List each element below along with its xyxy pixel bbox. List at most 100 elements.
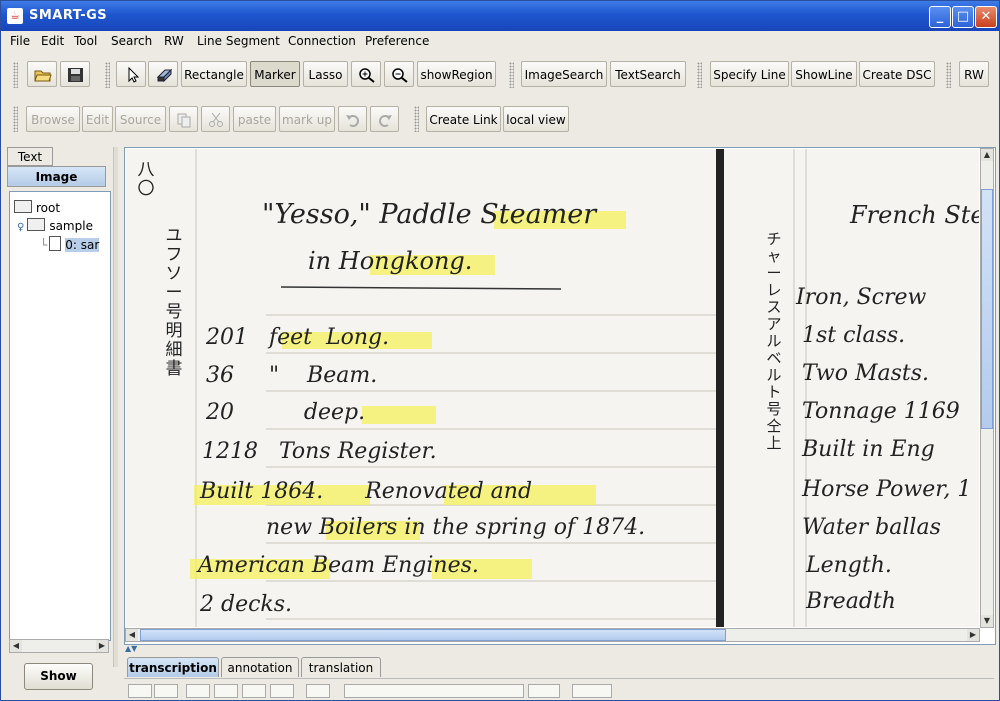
local-view-button[interactable]: local view xyxy=(503,106,569,132)
paste-button[interactable]: paste xyxy=(233,106,276,132)
toolbar-grip[interactable] xyxy=(697,62,702,88)
doc-line-4: 36 " Beam. xyxy=(206,363,378,388)
toolbar-grip[interactable] xyxy=(13,106,18,132)
lasso-button[interactable]: Lasso xyxy=(303,61,348,87)
window-title: SMART-GS xyxy=(29,8,108,23)
zoom-out-icon xyxy=(392,68,408,83)
scroll-right-icon[interactable]: ▶ xyxy=(96,640,108,652)
rw-button[interactable]: RW xyxy=(959,61,989,87)
right-line-8: Water ballas xyxy=(802,515,941,540)
tab-text[interactable]: Text xyxy=(7,147,53,166)
copy-button[interactable] xyxy=(169,106,198,132)
text-search-button[interactable]: TextSearch xyxy=(610,61,686,87)
doc-line-10: 2 decks. xyxy=(200,592,293,617)
scroll-down-icon[interactable]: ▼ xyxy=(981,615,993,627)
zoom-in-button[interactable] xyxy=(351,61,381,87)
image-viewer[interactable]: 八〇 ユフソー号明細書 チャーレスアルベルト号仝上 "Yesso," Paddl… xyxy=(124,147,996,645)
vertical-scroll-thumb[interactable] xyxy=(981,189,993,429)
create-link-button[interactable]: Create Link xyxy=(426,106,501,132)
specify-line-button[interactable]: Specify Line xyxy=(710,61,789,87)
tree-file-label: 0: sar xyxy=(65,238,100,252)
menu-line-segment[interactable]: Line Segment xyxy=(197,34,280,48)
file-tree: root ♀ sample └ 0: sar xyxy=(9,191,111,641)
zoom-select[interactable] xyxy=(572,684,612,698)
toolbar-grip[interactable] xyxy=(105,62,110,88)
font-select[interactable] xyxy=(344,684,524,698)
title-bar[interactable]: ☕ SMART-GS _ □ ✕ xyxy=(1,1,999,31)
zoom-out-button[interactable] xyxy=(384,61,414,87)
minimize-button[interactable]: _ xyxy=(929,6,951,28)
document-image[interactable]: 八〇 ユフソー号明細書 チャーレスアルベルト号仝上 "Yesso," Paddl… xyxy=(126,149,979,627)
tree-node-root[interactable]: root xyxy=(14,200,60,215)
tab-image[interactable]: Image xyxy=(7,166,106,187)
toolbar-grip[interactable] xyxy=(946,62,951,88)
tree-horizontal-scrollbar[interactable]: ◀ ▶ xyxy=(9,639,109,653)
viewer-horizontal-scrollbar[interactable]: ◀ ▶ xyxy=(125,628,980,642)
align-center-button[interactable] xyxy=(242,684,266,698)
show-region-button[interactable]: showRegion xyxy=(417,61,496,87)
split-collapse-icon[interactable]: ▲▼ xyxy=(125,644,137,653)
cut-button[interactable] xyxy=(201,106,230,132)
save-button[interactable] xyxy=(60,61,90,87)
editor-tool-button[interactable] xyxy=(186,684,210,698)
horizontal-scroll-thumb[interactable] xyxy=(140,629,726,641)
viewer-vertical-scrollbar[interactable]: ▲ ▼ xyxy=(980,148,994,628)
show-line-button[interactable]: ShowLine xyxy=(791,61,857,87)
undo-button[interactable] xyxy=(338,106,367,132)
menu-bar: File Edit Tool Search RW Line Segment Co… xyxy=(1,31,999,52)
font-size-select[interactable] xyxy=(528,684,560,698)
scroll-right-icon[interactable]: ▶ xyxy=(967,629,979,641)
show-button[interactable]: Show xyxy=(24,663,93,690)
eraser-button[interactable] xyxy=(148,61,178,87)
editor-tool-button[interactable] xyxy=(154,684,178,698)
marker-highlight[interactable] xyxy=(362,406,436,424)
eraser-icon xyxy=(156,68,173,83)
browse-button[interactable]: Browse xyxy=(26,106,80,132)
source-button[interactable]: Source xyxy=(115,106,166,132)
align-right-button[interactable] xyxy=(270,684,294,698)
scroll-up-icon[interactable]: ▲ xyxy=(981,149,993,161)
scroll-left-icon[interactable]: ◀ xyxy=(126,629,138,641)
tab-translation[interactable]: translation xyxy=(301,657,381,677)
image-search-button[interactable]: ImageSearch xyxy=(521,61,607,87)
split-pane-divider[interactable] xyxy=(113,147,118,667)
tab-transcription[interactable]: transcription xyxy=(127,657,219,677)
rectangle-button[interactable]: Rectangle xyxy=(181,61,247,87)
doc-line-8: new Boilers in the spring of 1874. xyxy=(266,515,646,540)
menu-edit[interactable]: Edit xyxy=(41,34,64,48)
bottom-tabs: transcription annotation translation xyxy=(124,656,994,678)
tree-node-sample[interactable]: ♀ sample xyxy=(17,218,93,233)
doc-line-9: American Beam Engines. xyxy=(198,553,479,578)
toolbar-grip[interactable] xyxy=(414,106,419,132)
toolbar-grip[interactable] xyxy=(509,62,514,88)
redo-button[interactable] xyxy=(370,106,399,132)
open-button[interactable] xyxy=(27,61,57,87)
menu-search[interactable]: Search xyxy=(111,34,152,48)
create-dsc-button[interactable]: Create DSC xyxy=(859,61,935,87)
menu-file[interactable]: File xyxy=(10,34,30,48)
tree-expand-icon[interactable]: ♀ xyxy=(17,222,24,233)
folder-icon xyxy=(14,200,32,213)
editor-tool-button[interactable] xyxy=(128,684,152,698)
arrow-pointer-icon xyxy=(128,67,140,83)
mark-up-button[interactable]: mark up xyxy=(279,106,335,132)
menu-preference[interactable]: Preference xyxy=(365,34,429,48)
tree-node-file[interactable]: └ 0: sar xyxy=(40,236,110,252)
edit-button[interactable]: Edit xyxy=(82,106,113,132)
scroll-left-icon[interactable]: ◀ xyxy=(10,640,22,652)
menu-rw[interactable]: RW xyxy=(164,34,184,48)
select-button[interactable] xyxy=(116,61,146,87)
application-window: ☕ SMART-GS _ □ ✕ File Edit Tool Search R… xyxy=(0,0,1000,701)
menu-tool[interactable]: Tool xyxy=(74,34,97,48)
menu-connection[interactable]: Connection xyxy=(288,34,356,48)
tab-annotation[interactable]: annotation xyxy=(221,657,299,677)
maximize-button[interactable]: □ xyxy=(952,6,974,28)
marker-button[interactable]: Marker xyxy=(250,61,300,87)
align-left-button[interactable] xyxy=(214,684,238,698)
right-line-4: Two Masts. xyxy=(802,361,930,386)
close-button[interactable]: ✕ xyxy=(975,6,997,28)
more-options-button[interactable] xyxy=(306,684,330,698)
toolbar-grip[interactable] xyxy=(13,62,18,88)
doc-line-6: 1218 Tons Register. xyxy=(202,439,437,464)
right-line-2: Iron, Screw xyxy=(796,285,927,310)
